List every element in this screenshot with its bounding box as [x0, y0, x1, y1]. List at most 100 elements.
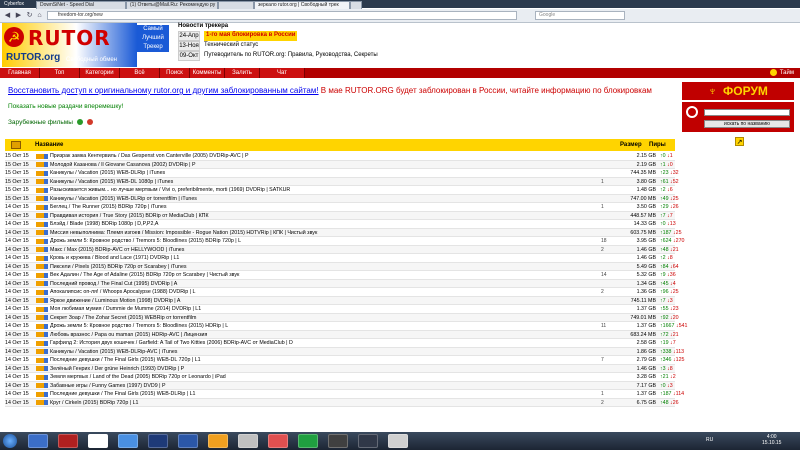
download-icon[interactable]	[36, 400, 44, 405]
magnet-icon[interactable]	[44, 340, 48, 346]
row-title[interactable]: Последний провод / The Final Cut (1995) …	[50, 280, 595, 289]
row-title[interactable]: Кровь и кружева / Blood and Lace (1971) …	[50, 254, 595, 263]
table-row[interactable]: 14 Окт 15 Последние девушки / The Final G…	[5, 356, 684, 365]
reload-icon[interactable]: ↻	[25, 11, 34, 20]
row-title[interactable]: Моя любимая мумия / Dummie de Mumme (201…	[50, 305, 595, 314]
download-icon[interactable]	[36, 298, 44, 303]
table-row[interactable]: 14 Окт 15 Апокалипсис оп-ля! / Whoops Apo…	[5, 288, 679, 297]
table-row[interactable]: 14 Окт 15 Дрожь земли 5: Кровное родство …	[5, 237, 684, 246]
table-row[interactable]: 15 Окт 15 Каникулы / Vacation (2015) WEB-…	[5, 177, 679, 187]
table-row[interactable]: 14 Окт 15 Блэйд / Blade (1998) BDRip 1080…	[5, 220, 676, 229]
system-clock[interactable]: 4:00 15.10.15	[762, 434, 781, 446]
magnet-icon[interactable]	[44, 162, 48, 167]
menu-item-comments[interactable]: Комменты	[190, 68, 225, 78]
tab-untitled[interactable]	[218, 1, 254, 9]
news-title[interactable]: Путеводитель по RUTOR.org: Правила, Руко…	[204, 51, 378, 61]
magnet-icon[interactable]	[44, 255, 48, 261]
magnet-icon[interactable]	[44, 230, 48, 235]
magnet-icon[interactable]	[44, 289, 48, 295]
download-icon[interactable]	[36, 357, 44, 363]
magnet-icon[interactable]	[44, 383, 48, 388]
row-title[interactable]: Секрет Зоар / The Zohar Secret (2015) WE…	[50, 314, 595, 323]
magnet-icon[interactable]	[44, 272, 48, 278]
table-row[interactable]: 14 Окт 15 Век Адалин / The Age of Adaline…	[5, 271, 676, 280]
row-title[interactable]: Дрожь земли 5: Кровное родство / Tremors…	[50, 237, 595, 246]
download-icon[interactable]	[36, 162, 44, 167]
table-row[interactable]: 14 Окт 15 Секрет Зоар / The Zohar Secret …	[5, 313, 679, 323]
magnet-icon[interactable]	[44, 221, 48, 227]
magnet-icon[interactable]	[44, 323, 48, 329]
table-row[interactable]: 14 Окт 15 Круг / Cirkeln (2015) BDRip 720…	[5, 398, 679, 408]
taskbar-app-icon[interactable]	[58, 434, 78, 448]
taskbar-app-icon[interactable]	[268, 434, 288, 448]
row-title[interactable]: Дрожь земли 5: Кровное родство / Tremors…	[50, 322, 595, 331]
table-row[interactable]: 15 Окт 15 Каникулы / Vacation (2015) WEB-…	[5, 194, 679, 203]
row-title[interactable]: Яркое движение / Luminous Motion (1998) …	[50, 297, 595, 306]
download-icon[interactable]	[36, 255, 44, 261]
search-by-name-button[interactable]: искать по названию	[704, 120, 790, 128]
magnet-icon[interactable]	[44, 391, 48, 397]
magnet-icon[interactable]	[44, 264, 48, 269]
table-row[interactable]: 14 Окт 15 Моя любимая мумия / Dummie de M…	[5, 305, 679, 314]
taskbar-app-icon[interactable]	[388, 434, 408, 448]
start-button[interactable]	[3, 434, 17, 448]
menu-item-upload[interactable]: Залить	[225, 68, 260, 78]
row-comments[interactable]: 2	[601, 399, 604, 408]
magnet-icon[interactable]	[44, 247, 48, 252]
row-title[interactable]: Призрак замка Кентервиль / Das Gespenst …	[50, 152, 595, 161]
magnet-icon[interactable]	[44, 213, 48, 218]
menu-right-link[interactable]: Тайм	[769, 68, 794, 78]
table-row[interactable]: 14 Окт 15 Кровь и кружева / Blood and Lac…	[5, 254, 675, 263]
magnet-icon[interactable]	[44, 306, 48, 312]
magnet-icon[interactable]	[44, 298, 48, 303]
table-row[interactable]: 15 Окт 15 Призрак замка Кентервиль / Das …	[5, 152, 675, 161]
browser-search-input[interactable]: Google	[535, 11, 625, 20]
row-title[interactable]: Миссия невыполнима: Племя изгоев / Missi…	[50, 229, 595, 238]
download-icon[interactable]	[36, 238, 44, 244]
download-icon[interactable]	[36, 315, 44, 320]
row-title[interactable]: Круг / Cirkeln (2015) BDRip 720p | L1	[50, 399, 595, 408]
download-icon[interactable]	[36, 230, 44, 235]
forward-icon[interactable]: ▶	[14, 11, 23, 20]
table-row[interactable]: 15 Окт 15 Разыскивается живым... но лучше…	[5, 186, 675, 195]
table-row[interactable]: 15 Окт 15 Молодой Казанова / Il Giovane C…	[5, 160, 675, 170]
download-icon[interactable]	[36, 289, 44, 295]
magnet-icon[interactable]	[44, 153, 48, 159]
menu-item-chat[interactable]: Чат	[260, 68, 305, 78]
download-icon[interactable]	[36, 332, 44, 337]
taskbar-app-icon[interactable]	[328, 434, 348, 448]
magnet-icon[interactable]	[44, 366, 48, 371]
menu-item-home[interactable]: Главная	[0, 68, 40, 78]
sort-icon[interactable]	[86, 119, 93, 126]
taskbar-app-icon[interactable]	[208, 434, 228, 448]
row-title[interactable]: Молодой Казанова / Il Giovane Casanova (…	[50, 161, 595, 170]
row-comments[interactable]: 1	[601, 178, 604, 187]
row-comments[interactable]: 2	[601, 288, 604, 297]
row-title[interactable]: Любовь вразнос / Papa ou maman (2015) HD…	[50, 331, 595, 340]
row-comments[interactable]: 7	[601, 356, 604, 365]
download-icon[interactable]	[36, 383, 44, 388]
table-row[interactable]: 14 Окт 15 Правдивая история / True Story …	[5, 211, 675, 221]
column-peers[interactable]: Пиры	[649, 139, 666, 151]
magnet-icon[interactable]	[44, 315, 48, 320]
download-icon[interactable]	[36, 374, 44, 380]
magnet-icon[interactable]	[44, 332, 48, 337]
row-title[interactable]: Блэйд / Blade (1998) BDRip 1080p | D,P,P…	[50, 220, 595, 229]
download-icon[interactable]	[36, 221, 44, 227]
download-icon[interactable]	[36, 213, 44, 218]
tab-rutor-mirror[interactable]: зеркало rutor.org | Свободный трек	[254, 1, 350, 9]
row-title[interactable]: Макс / Max (2015) BDRip-AVC от HELLYWOOD…	[50, 246, 595, 255]
block-notice-text[interactable]: В мае RUTOR.ORG будет заблокирован в Рос…	[319, 86, 652, 95]
home-icon[interactable]: ⌂	[35, 11, 44, 20]
row-comments[interactable]: 1	[601, 203, 604, 212]
row-comments[interactable]: 2	[601, 246, 604, 255]
row-comments[interactable]: 11	[601, 322, 606, 331]
download-icon[interactable]	[36, 349, 44, 354]
download-icon[interactable]	[36, 306, 44, 312]
news-item[interactable]: 24-Апр 1-го мая блокировка в России	[178, 31, 378, 41]
restore-access-link[interactable]: Восстановить доступ к оригинальному ruto…	[8, 86, 319, 95]
taskbar-app-icon[interactable]	[298, 434, 318, 448]
download-icon[interactable]	[36, 323, 44, 329]
table-row[interactable]: 14 Окт 15 Любовь вразнос / Papa ou maman …	[5, 330, 679, 340]
row-title[interactable]: Правдивая история / True Story (2015) BD…	[50, 212, 595, 221]
